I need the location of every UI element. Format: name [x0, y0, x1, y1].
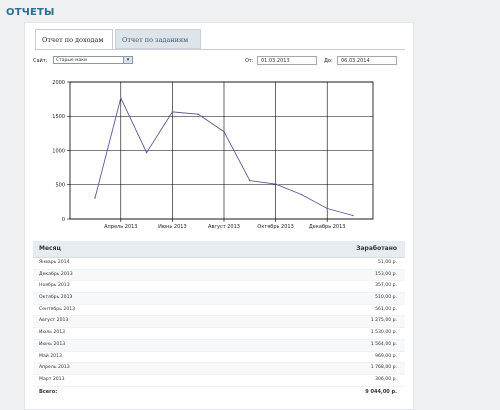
row-earned: 51,00 р. [378, 260, 397, 265]
y-tick-label: 0 [62, 217, 65, 223]
table-row: Июль 2013 1 530,00 р. [33, 328, 405, 340]
row-month: Август 2013 [39, 318, 69, 324]
data-point [94, 197, 96, 199]
row-month: Март 2013 [39, 376, 65, 382]
row-earned: 1 530,00 р. [370, 330, 397, 336]
data-point [197, 113, 199, 115]
header-earned: Заработано [356, 245, 397, 252]
y-tick-label: 1500 [52, 114, 65, 120]
row-earned: 306,00 р. [375, 376, 397, 382]
row-earned: 357,00 р. [375, 283, 397, 289]
data-point [300, 193, 303, 196]
table-row: Сентябрь 2013 561,00 р. [33, 305, 405, 317]
x-tick-label: Август 2013 [208, 224, 240, 230]
table-header: Месяц Заработано [33, 241, 405, 258]
total-value: 9 044,00 р. [365, 388, 397, 395]
row-earned: 1 768,00 р. [370, 365, 397, 371]
row-earned: 1 564,00 р. [370, 341, 397, 347]
table-row: Май 2013 969,00 р. [33, 352, 405, 364]
row-month: Сентябрь 2013 [39, 306, 76, 312]
x-tick-label: Декабрь 2013 [309, 224, 346, 230]
row-earned: 1 275,00 р. [370, 318, 397, 324]
row-month: Июль 2013 [39, 330, 66, 336]
x-tick-label: Апрель 2013 [104, 224, 137, 230]
data-point [326, 207, 328, 210]
row-earned: 969,00 р. [375, 353, 397, 359]
row-earned: 153,00 р. [375, 271, 397, 277]
total-label: Всего: [39, 388, 58, 395]
table-row: Август 2013 1 275,00 р. [33, 316, 405, 329]
data-point [145, 151, 148, 154]
report-panel: Отчет по доходам Отчет по заданиям Сайт:… [24, 22, 414, 410]
x-tick-label: Октябрь 2013 [257, 224, 293, 230]
page-title: ОТЧЕТЫ [6, 7, 55, 18]
row-month: Апрель 2013 [39, 365, 70, 371]
data-point [274, 183, 277, 185]
table-row: Ноябрь 2013 357,00 р. [33, 281, 405, 294]
data-point [120, 97, 122, 99]
x-tick-label: Июнь 2013 [158, 224, 186, 230]
income-chart: 0 500 1000 1500 2000 Апрель 2013 Июнь 2013 Авгу… [52, 80, 374, 230]
table-row: Декабрь 2013 153,00 р. [33, 269, 405, 282]
row-earned: 510,00 р. [375, 295, 397, 301]
row-earned: 561,00 р. [375, 306, 397, 312]
table-row: Январь 2014 51,00 р. [33, 258, 405, 270]
table-row: Апрель 2013 1 768,00 р. [33, 363, 405, 375]
table-row: Июнь 2013 1 564,00 р. [33, 339, 405, 352]
y-tick-label: 2000 [52, 80, 65, 86]
header-month: Месяц [39, 245, 61, 252]
table-row: Октябрь 2013 510,00 р. [33, 293, 405, 305]
table-total-row: Всего: 9 044,00 р. [33, 387, 405, 398]
data-point [352, 214, 354, 217]
table-row: Март 2013 306,00 р. [33, 375, 405, 387]
data-point [249, 179, 251, 182]
row-month: Январь 2014 [39, 260, 70, 265]
row-month: Октябрь 2013 [39, 295, 73, 301]
income-table: Месяц Заработано Январь 2014 51,00 р. Дека… [33, 241, 405, 397]
row-month: Ноябрь 2013 [39, 283, 70, 289]
table-body: Январь 2014 51,00 р. Декабрь 2013 153,00 р.… [33, 258, 405, 387]
data-point [171, 111, 174, 113]
y-tick-label: 500 [55, 183, 65, 189]
y-tick-label: 1000 [52, 148, 65, 154]
row-month: Май 2013 [39, 353, 62, 359]
row-month: Июнь 2013 [39, 341, 66, 347]
row-month: Декабрь 2013 [39, 271, 73, 277]
data-point [223, 130, 225, 133]
